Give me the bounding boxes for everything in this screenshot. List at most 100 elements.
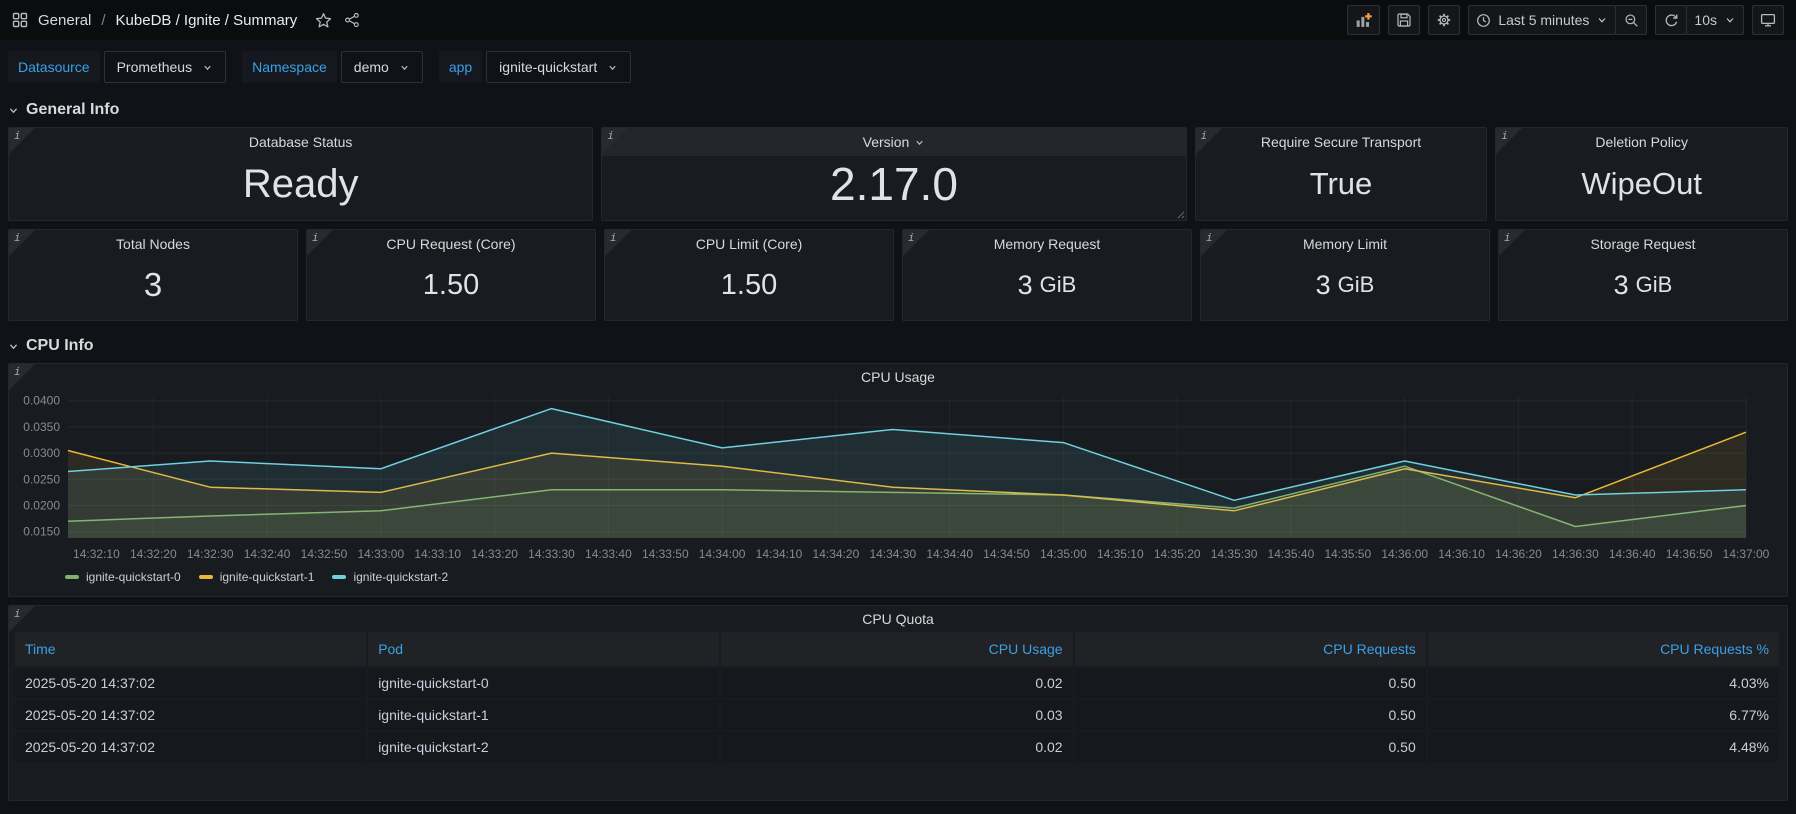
table-cell: 0.50 bbox=[1075, 730, 1428, 762]
info-corner-icon[interactable]: i bbox=[903, 230, 929, 256]
dashboard-page: General / KubeDB / Ignite / Summary bbox=[0, 0, 1796, 801]
dashboard-settings-button[interactable] bbox=[1428, 5, 1460, 35]
breadcrumb-current[interactable]: KubeDB / Ignite / Summary bbox=[116, 12, 298, 29]
svg-text:14:35:40: 14:35:40 bbox=[1268, 547, 1315, 561]
info-corner-icon[interactable]: i bbox=[602, 128, 628, 154]
info-corner-icon[interactable]: i bbox=[1496, 128, 1522, 154]
table-column-header[interactable]: Pod bbox=[368, 632, 721, 666]
variable-value-datasource[interactable]: Prometheus bbox=[104, 51, 226, 83]
info-corner-icon[interactable]: i bbox=[9, 364, 35, 390]
table-row[interactable]: 2025-05-20 14:37:02ignite-quickstart-10.… bbox=[15, 698, 1781, 730]
panel-title[interactable]: Version bbox=[602, 128, 1185, 156]
panel-title[interactable]: Deletion Policy bbox=[1496, 128, 1787, 156]
table-cell: ignite-quickstart-1 bbox=[368, 698, 721, 730]
svg-text:14:34:30: 14:34:30 bbox=[869, 547, 916, 561]
panel-title[interactable]: Total Nodes bbox=[9, 230, 297, 258]
kiosk-mode-button[interactable] bbox=[1752, 5, 1784, 35]
cpu-usage-chart[interactable]: 0.04000.03500.03000.02500.02000.015014:3… bbox=[18, 390, 1778, 568]
table-column-header[interactable]: CPU Requests bbox=[1075, 632, 1428, 666]
table-column-header[interactable]: CPU Requests % bbox=[1428, 632, 1781, 666]
panel-title[interactable]: CPU Quota bbox=[9, 606, 1787, 632]
svg-text:0.0400: 0.0400 bbox=[23, 394, 60, 408]
svg-text:14:36:10: 14:36:10 bbox=[1438, 547, 1485, 561]
refresh-interval-dropdown[interactable]: 10s bbox=[1686, 5, 1744, 35]
stat-value-memory-request: 3GiB bbox=[903, 258, 1191, 320]
chevron-down-icon bbox=[1724, 14, 1736, 26]
svg-text:14:36:20: 14:36:20 bbox=[1495, 547, 1542, 561]
refresh-interval-label: 10s bbox=[1694, 12, 1717, 28]
info-corner-icon[interactable]: i bbox=[1201, 230, 1227, 256]
legend-swatch-icon bbox=[65, 575, 79, 579]
search-minus-icon bbox=[1624, 13, 1639, 28]
info-corner-icon[interactable]: i bbox=[9, 606, 35, 632]
star-icon[interactable] bbox=[315, 12, 332, 29]
table-column-header[interactable]: CPU Usage bbox=[721, 632, 1074, 666]
table-cell: ignite-quickstart-2 bbox=[368, 730, 721, 762]
refresh-icon bbox=[1664, 13, 1679, 28]
svg-text:14:36:30: 14:36:30 bbox=[1552, 547, 1599, 561]
time-range-label: Last 5 minutes bbox=[1498, 12, 1589, 28]
table-row[interactable]: 2025-05-20 14:37:02ignite-quickstart-2 0.… bbox=[15, 730, 1781, 762]
table-cell: 0.50 bbox=[1075, 698, 1428, 730]
panel-title[interactable]: Require Secure Transport bbox=[1196, 128, 1487, 156]
save-dashboard-button[interactable] bbox=[1388, 5, 1420, 35]
variable-value-namespace[interactable]: demo bbox=[341, 51, 423, 83]
table-cell: 2025-05-20 14:37:02 bbox=[15, 666, 368, 698]
info-corner-icon[interactable]: i bbox=[1499, 230, 1525, 256]
svg-text:0.0350: 0.0350 bbox=[23, 420, 60, 434]
legend-item-ignite-quickstart-2[interactable]: ignite-quickstart-2 bbox=[332, 570, 448, 584]
legend-item-ignite-quickstart-1[interactable]: ignite-quickstart-1 bbox=[199, 570, 315, 584]
panel-title[interactable]: Memory Request bbox=[903, 230, 1191, 258]
variable-value-app[interactable]: ignite-quickstart bbox=[486, 51, 631, 83]
stat-value-deletion-policy: WipeOut bbox=[1496, 156, 1787, 220]
chevron-down-icon bbox=[8, 105, 19, 116]
resize-handle-icon[interactable] bbox=[1175, 209, 1185, 219]
refresh-button[interactable] bbox=[1655, 5, 1687, 35]
panel-title[interactable]: CPU Limit (Core) bbox=[605, 230, 893, 258]
panel-title[interactable]: Database Status bbox=[9, 128, 592, 156]
table-column-header[interactable]: Time bbox=[15, 632, 368, 666]
svg-text:0.0250: 0.0250 bbox=[23, 472, 60, 486]
section-cpu-info[interactable]: CPU Info bbox=[8, 337, 1788, 355]
panel-title[interactable]: Storage Request bbox=[1499, 230, 1787, 258]
section-general-info[interactable]: General Info bbox=[8, 101, 1788, 119]
info-corner-icon[interactable]: i bbox=[9, 128, 35, 154]
svg-text:14:32:50: 14:32:50 bbox=[301, 547, 348, 561]
table-body: 2025-05-20 14:37:02ignite-quickstart-00.… bbox=[15, 666, 1781, 762]
svg-text:14:36:50: 14:36:50 bbox=[1666, 547, 1713, 561]
variable-selected-datasource: Prometheus bbox=[117, 59, 192, 75]
x-axis-tick-labels: 14:32:1014:32:2014:32:3014:32:4014:32:50… bbox=[73, 547, 1770, 561]
panel-title[interactable]: Memory Limit bbox=[1201, 230, 1489, 258]
zoom-out-time-button[interactable] bbox=[1615, 5, 1647, 35]
stat-panels-row-2: i Total Nodes 3 i CPU Request (Core) 1.5… bbox=[8, 229, 1788, 321]
panel-memory-request: i Memory Request 3GiB bbox=[902, 229, 1192, 321]
stat-value-version: 2.17.0 bbox=[602, 156, 1185, 220]
stat-unit: GiB bbox=[1636, 272, 1673, 298]
info-corner-icon[interactable]: i bbox=[1196, 128, 1222, 154]
breadcrumb-root[interactable]: General bbox=[38, 12, 91, 29]
panel-title[interactable]: CPU Request (Core) bbox=[307, 230, 595, 258]
variable-namespace: Namespace demo bbox=[242, 51, 423, 83]
info-corner-icon[interactable]: i bbox=[307, 230, 333, 256]
add-panel-button[interactable] bbox=[1347, 5, 1380, 35]
svg-text:14:35:00: 14:35:00 bbox=[1040, 547, 1087, 561]
chart-legend: ignite-quickstart-0 ignite-quickstart-1 ig… bbox=[65, 570, 1787, 584]
info-corner-icon[interactable]: i bbox=[9, 230, 35, 256]
legend-item-ignite-quickstart-0[interactable]: ignite-quickstart-0 bbox=[65, 570, 181, 584]
stat-value-database-status: Ready bbox=[9, 156, 592, 220]
stat-value-require-secure-transport: True bbox=[1196, 156, 1487, 220]
panel-title[interactable]: CPU Usage bbox=[9, 364, 1787, 390]
panel-menu-caret-icon[interactable] bbox=[914, 137, 925, 148]
share-icon[interactable] bbox=[344, 12, 360, 28]
svg-text:14:34:10: 14:34:10 bbox=[756, 547, 803, 561]
monitor-icon bbox=[1760, 12, 1776, 28]
dashboard-variables-row: Datasource Prometheus Namespace demo app… bbox=[0, 40, 1796, 92]
legend-swatch-icon bbox=[332, 575, 346, 579]
svg-text:14:33:50: 14:33:50 bbox=[642, 547, 689, 561]
table-row[interactable]: 2025-05-20 14:37:02ignite-quickstart-00.… bbox=[15, 666, 1781, 698]
panel-version: i Version 2.17.0 bbox=[601, 127, 1186, 221]
table-cell: 2025-05-20 14:37:02 bbox=[15, 730, 368, 762]
time-range-picker[interactable]: Last 5 minutes bbox=[1468, 5, 1616, 35]
info-corner-icon[interactable]: i bbox=[605, 230, 631, 256]
variable-selected-app: ignite-quickstart bbox=[499, 59, 597, 75]
